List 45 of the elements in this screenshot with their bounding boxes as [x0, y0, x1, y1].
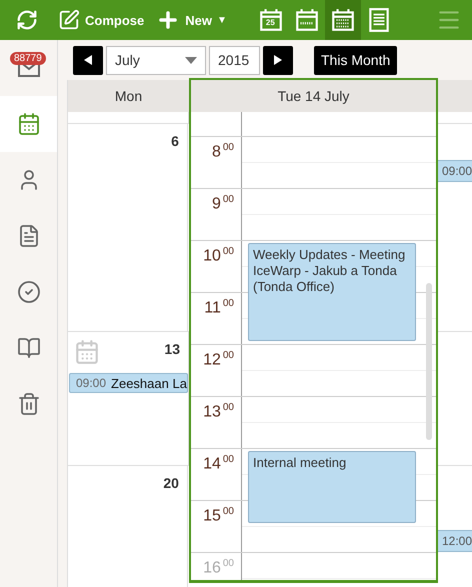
- calendar-day-icon: [258, 7, 284, 33]
- check-circle-icon: [16, 280, 40, 304]
- book-icon: [16, 336, 40, 360]
- hour-label: 8$^{00}$: [210, 141, 235, 162]
- previous-button[interactable]: [73, 46, 103, 74]
- event-chip[interactable]: 12:00: [436, 530, 472, 552]
- unread-count: 88779: [10, 52, 46, 65]
- hour-label: 14$^{00}$: [202, 453, 235, 474]
- next-button[interactable]: [263, 46, 293, 74]
- event-block[interactable]: Weekly Updates - Meeting IceWarp - Jakub a Tonda (Tonda Office): [248, 243, 416, 341]
- date-number: 6: [171, 133, 179, 149]
- hour-label: 12$^{00}$: [202, 349, 235, 370]
- view-button[interactable]: [324, 0, 361, 40]
- calendar-month-icon: [330, 7, 356, 33]
- hour-label: 15$^{00}$: [202, 505, 235, 526]
- refresh-icon: [16, 9, 38, 31]
- event-chip[interactable]: 09:00: [436, 160, 472, 182]
- trash-icon: [16, 392, 40, 416]
- event-block[interactable]: Internal meeting: [248, 451, 416, 523]
- compose-button[interactable]: Compose: [52, 0, 150, 40]
- hour-label: 10$^{00}$: [202, 245, 235, 266]
- scrollbar[interactable]: [426, 283, 432, 440]
- event-chip[interactable]: 09:00 Zeeshaan La: [69, 373, 188, 393]
- right-triangle-icon: [274, 55, 282, 65]
- hour-label: 13$^{00}$: [202, 401, 235, 422]
- date-number: 13: [164, 341, 180, 357]
- hour-label: 11$^{00}$: [203, 297, 235, 318]
- hour-label: 16$^{00}$: [202, 557, 235, 578]
- dropdown-icon: [185, 56, 197, 64]
- view-button[interactable]: 25: [252, 0, 289, 40]
- compose-icon: [58, 9, 80, 31]
- hour-label: 9$^{00}$: [210, 193, 235, 214]
- sidebar-item[interactable]: 88779: [0, 40, 57, 96]
- calendar-week-icon: [294, 7, 320, 33]
- this-month-button[interactable]: This Month: [314, 46, 398, 74]
- sidebar-item[interactable]: [0, 96, 57, 152]
- calendar-icon: [16, 112, 40, 136]
- column-header: Mon: [114, 87, 144, 106]
- month-select[interactable]: July: [106, 46, 206, 74]
- left-triangle-icon: [84, 55, 92, 65]
- date-number: 25: [266, 18, 275, 27]
- new-button[interactable]: New ▼: [150, 0, 233, 40]
- day-title: Tue 14 July: [191, 80, 436, 112]
- date-number: 20: [163, 475, 179, 491]
- year-field[interactable]: 2015: [209, 46, 260, 74]
